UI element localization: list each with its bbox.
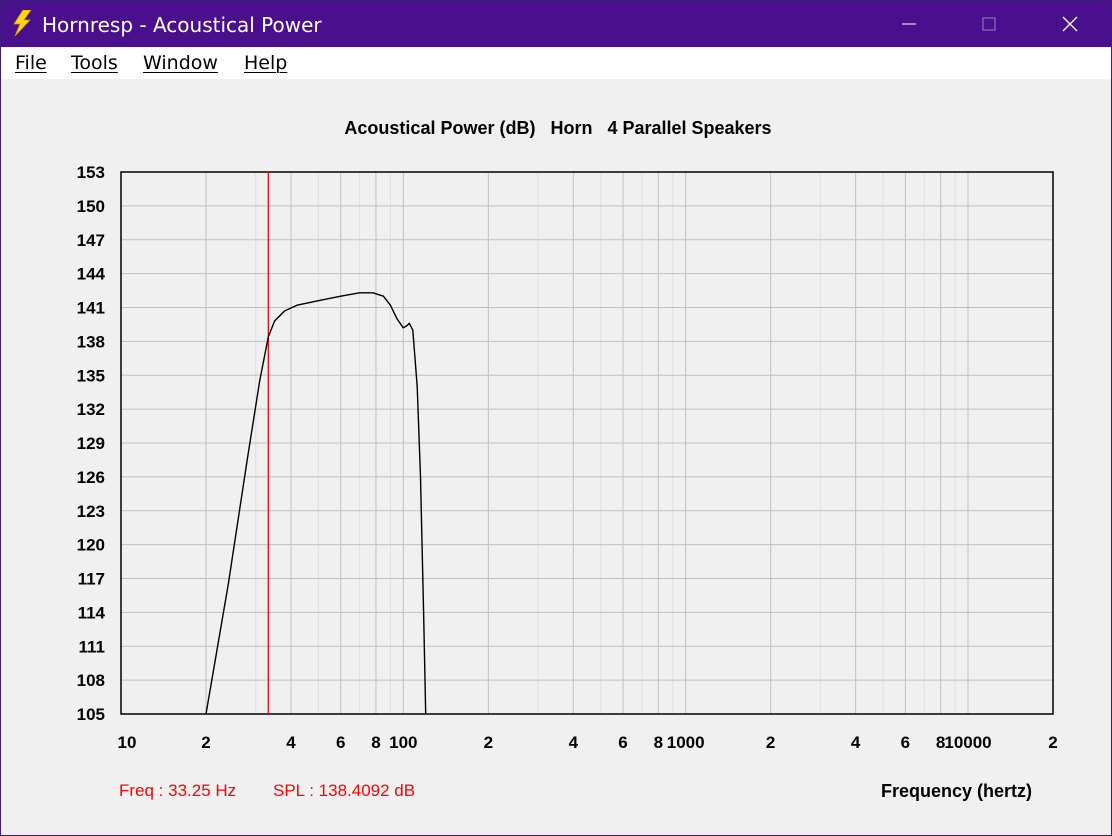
- y-tick-label: 144: [77, 265, 106, 284]
- y-tick-label: 114: [78, 603, 106, 622]
- y-tick-label: 153: [77, 163, 105, 182]
- x-tick-label: 4: [569, 733, 579, 752]
- y-tick-label: 105: [77, 705, 105, 724]
- x-tick-label: 4: [851, 733, 861, 752]
- y-tick-label: 147: [77, 231, 105, 250]
- y-tick-label: 117: [78, 570, 105, 589]
- chart-title: Acoustical Power (dB) Horn 4 Parallel Sp…: [344, 118, 771, 138]
- x-tick-label: 2: [766, 733, 775, 752]
- x-tick-label: 2: [201, 733, 210, 752]
- x-tick-label: 6: [336, 733, 345, 752]
- acoustical-power-chart[interactable]: Acoustical Power (dB) Horn 4 Parallel Sp…: [1, 1, 1111, 835]
- y-tick-label: 138: [77, 332, 105, 351]
- y-tick-label: 111: [79, 637, 106, 656]
- x-axis-label: Frequency (hertz): [881, 781, 1033, 801]
- status-spl: SPL : 138.4092 dB: [273, 781, 416, 800]
- x-tick-label: 2: [484, 733, 493, 752]
- x-tick-label: 100: [389, 733, 417, 752]
- y-tick-label: 150: [77, 197, 105, 216]
- y-axis-ticks: 153 150 147 144 141 138 135 132 129 126 123 120 117 1…: [77, 163, 106, 724]
- x-tick-label: 8: [654, 733, 663, 752]
- chart-curves: [205, 292, 427, 715]
- x-tick-label: 10: [118, 733, 137, 752]
- status-frequency: Freq : 33.25 Hz: [119, 781, 237, 800]
- y-tick-label: 120: [77, 536, 105, 555]
- power-curve: [205, 292, 427, 715]
- y-tick-label: 108: [77, 671, 105, 690]
- y-tick-label: 141: [77, 299, 105, 318]
- x-tick-label: 10000: [944, 733, 991, 752]
- y-tick-label: 135: [77, 366, 105, 385]
- chart-grid: [121, 171, 1053, 715]
- y-tick-label: 126: [77, 468, 105, 487]
- x-tick-label: 1000: [667, 733, 705, 752]
- x-axis-ticks: 10 2 4 6 8 100 2 4 6 8 1000 2 4 6 810000 2: [118, 733, 1058, 752]
- x-tick-label: 2: [1048, 733, 1057, 752]
- y-tick-label: 123: [77, 502, 105, 521]
- x-tick-label: 8: [371, 733, 380, 752]
- app-window: Hornresp - Acoustical Power File Tools W…: [0, 0, 1112, 836]
- x-tick-label: 6: [901, 733, 910, 752]
- y-tick-label: 132: [77, 400, 105, 419]
- x-tick-label: 4: [286, 733, 296, 752]
- x-tick-label: 6: [618, 733, 627, 752]
- y-tick-label: 129: [77, 434, 105, 453]
